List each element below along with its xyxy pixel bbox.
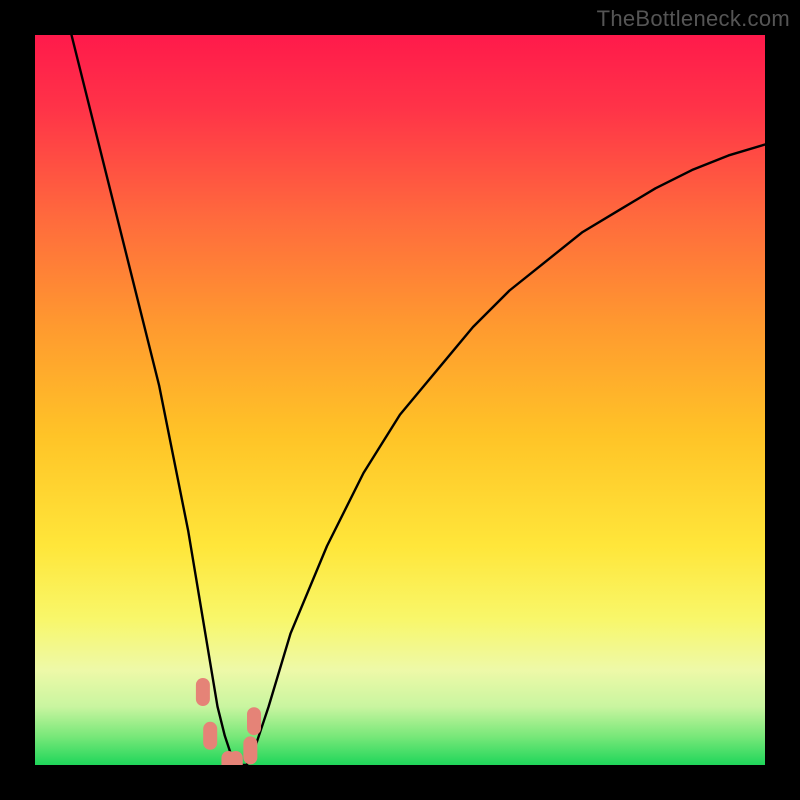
plot-area bbox=[35, 35, 765, 765]
valley-marker bbox=[247, 707, 261, 735]
chart-canvas-frame: TheBottleneck.com bbox=[0, 0, 800, 800]
valley-marker bbox=[196, 678, 210, 706]
valley-marker bbox=[203, 722, 217, 750]
watermark-text: TheBottleneck.com bbox=[597, 6, 790, 32]
chart-svg bbox=[35, 35, 765, 765]
valley-marker bbox=[243, 736, 257, 764]
gradient-background bbox=[35, 35, 765, 765]
valley-marker bbox=[229, 751, 243, 765]
